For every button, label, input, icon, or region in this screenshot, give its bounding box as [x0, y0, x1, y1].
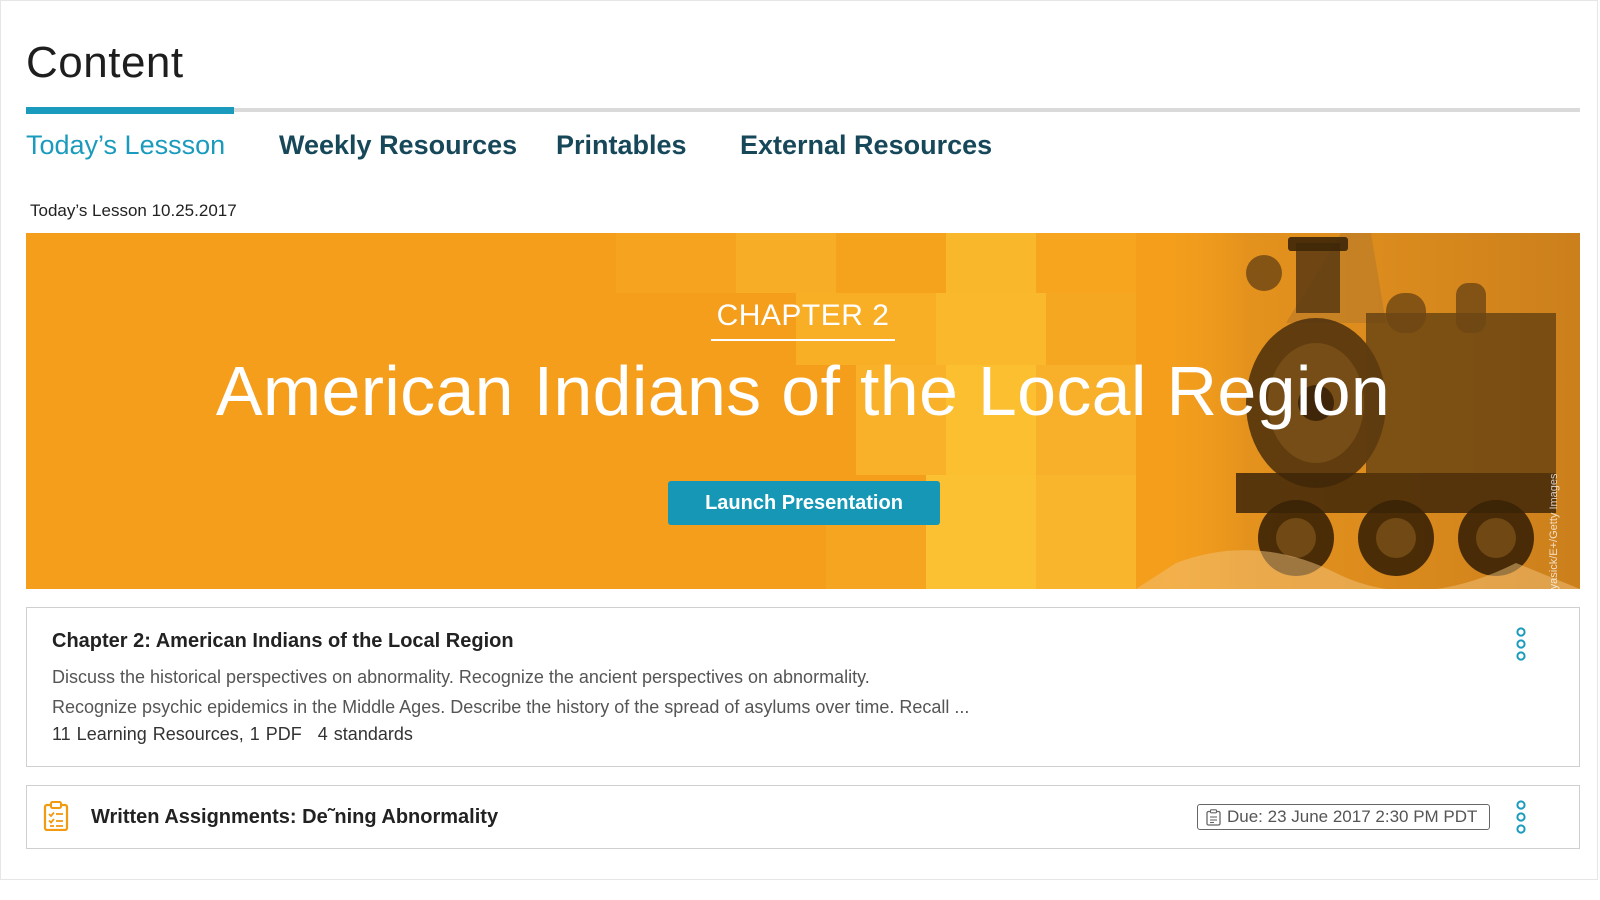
tab-active-indicator	[26, 107, 234, 114]
banner-tile	[736, 233, 836, 293]
due-date-badge: Due: 23 June 2017 2:30 PM PDT	[1197, 804, 1491, 830]
photo-credit: ryasick/E+/Getty Images	[1548, 473, 1560, 589]
chapter-label-text: CHAPTER 2	[710, 299, 896, 341]
assignment-title[interactable]: Written Assignments: De˜ning Abnormality	[91, 806, 498, 829]
page-title: Content	[26, 38, 184, 87]
lesson-card-description: Discuss the historical perspectives on a…	[52, 662, 1492, 722]
banner-tile	[946, 233, 1036, 293]
banner-title: American Indians of the Local Region	[215, 352, 1391, 430]
lesson-summary-card[interactable]: Chapter 2: American Indians of the Local…	[26, 607, 1580, 767]
more-options-icon[interactable]	[1514, 799, 1528, 835]
standards-count: 4 standards	[317, 724, 413, 744]
tab-todays-lesson[interactable]: Today’s Lessson	[26, 130, 225, 161]
chapter-label: CHAPTER 2	[26, 299, 1580, 341]
lesson-card-title[interactable]: Chapter 2: American Indians of the Local…	[52, 630, 514, 653]
tab-weekly-resources[interactable]: Weekly Resources	[279, 130, 517, 161]
calendar-icon	[1206, 808, 1221, 826]
banner-tile	[926, 475, 1036, 589]
lesson-banner: CHAPTER 2 American Indians of the Local …	[26, 233, 1580, 589]
banner-tile	[1036, 233, 1136, 293]
lesson-description-line: Recognize psychic epidemics in the Middl…	[52, 697, 970, 717]
clipboard-checklist-icon	[43, 801, 69, 831]
banner-tile	[836, 233, 946, 293]
resource-count: 11 Learning Resources, 1 PDF	[52, 724, 302, 744]
banner-tile	[1036, 475, 1136, 589]
launch-presentation-button[interactable]: Launch Presentation	[668, 481, 940, 525]
lesson-card-meta: 11 Learning Resources, 1 PDF 4 standards	[52, 724, 413, 745]
banner-tile	[616, 233, 736, 293]
due-date-text: Due: 23 June 2017 2:30 PM PDT	[1227, 807, 1478, 826]
banner-tile	[826, 525, 926, 589]
lesson-date-label: Today’s Lesson 10.25.2017	[30, 201, 237, 220]
more-options-icon[interactable]	[1514, 626, 1528, 662]
tab-external-resources[interactable]: External Resources	[740, 130, 992, 161]
lesson-description-line: Discuss the historical perspectives on a…	[52, 667, 870, 687]
tab-printables[interactable]: Printables	[556, 130, 687, 161]
assignment-row[interactable]: Written Assignments: De˜ning Abnormality…	[26, 785, 1580, 849]
tab-track	[26, 108, 1580, 112]
